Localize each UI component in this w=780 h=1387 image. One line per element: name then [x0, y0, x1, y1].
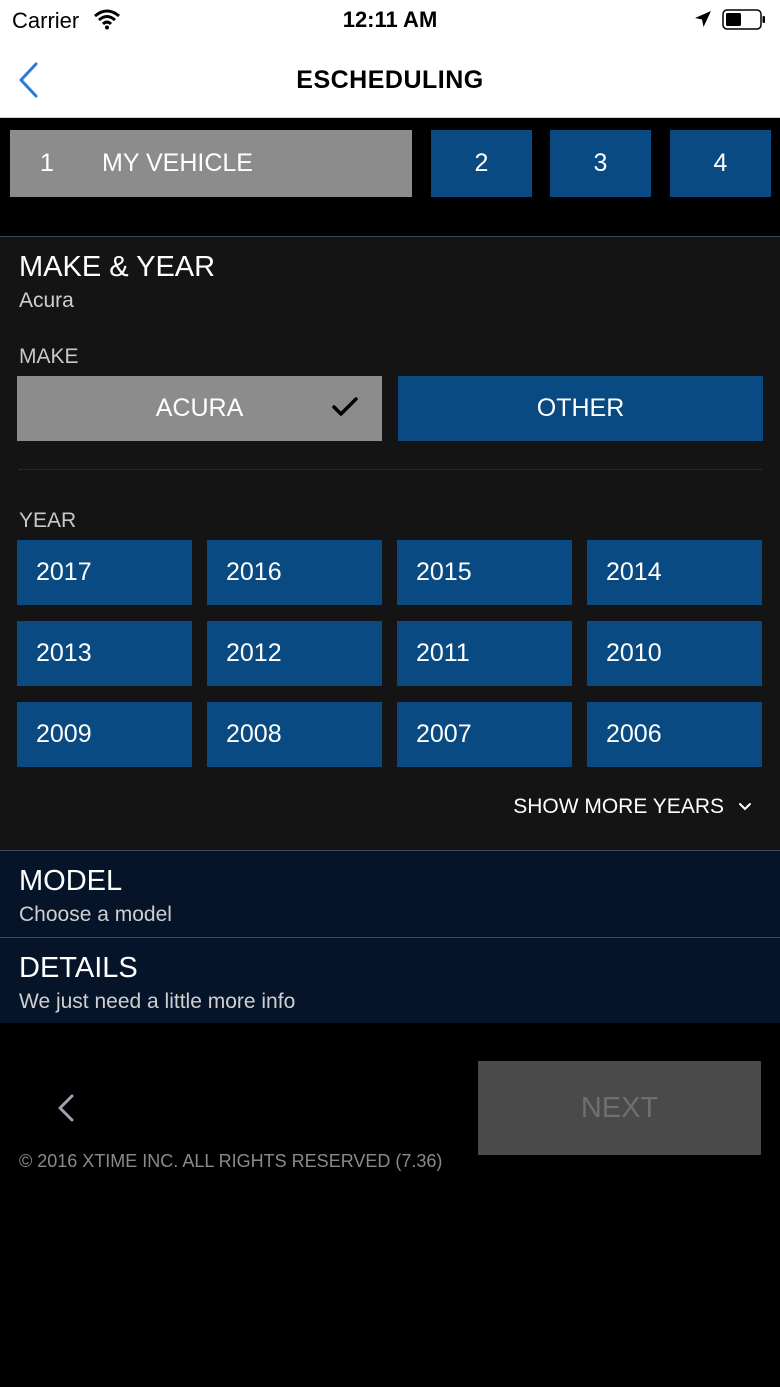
battery-icon — [722, 9, 765, 30]
model-title: MODEL — [19, 865, 123, 897]
year-button[interactable]: 2016 — [207, 540, 382, 605]
year-button[interactable]: 2013 — [17, 621, 192, 686]
year-button[interactable]: 2015 — [397, 540, 572, 605]
step-1-my-vehicle[interactable]: 1 MY VEHICLE — [10, 130, 412, 197]
year-button[interactable]: 2009 — [17, 702, 192, 767]
year-button[interactable]: 2012 — [207, 621, 382, 686]
chevron-down-icon — [739, 803, 751, 811]
step-number: 4 — [713, 149, 728, 177]
show-more-years-button[interactable]: SHOW MORE YEARS — [513, 795, 752, 819]
make-acura-button[interactable]: ACURA — [17, 376, 382, 441]
step-3[interactable]: 3 — [550, 130, 651, 197]
year-button[interactable]: 2008 — [207, 702, 382, 767]
section-title: MAKE & YEAR — [19, 251, 216, 283]
status-time: 12:11 AM — [342, 7, 438, 32]
make-acura-label: ACURA — [155, 394, 244, 422]
year-button[interactable]: 2014 — [587, 540, 762, 605]
model-subtitle: Choose a model — [19, 903, 172, 926]
step-indicator: 1 MY VEHICLE 2 3 4 — [0, 118, 780, 236]
year-button[interactable]: 2007 — [397, 702, 572, 767]
section-subtitle: Acura — [19, 289, 74, 312]
year-button[interactable]: 2010 — [587, 621, 762, 686]
year-button[interactable]: 2011 — [397, 621, 572, 686]
details-subtitle: We just need a little more info — [19, 990, 296, 1013]
show-more-years-label: SHOW MORE YEARS — [513, 795, 724, 818]
details-section[interactable]: DETAILS We just need a little more info — [0, 937, 780, 1023]
year-button[interactable]: 2006 — [587, 702, 762, 767]
make-other-button[interactable]: OTHER — [398, 376, 763, 441]
location-arrow-icon — [695, 11, 711, 27]
make-year-section: MAKE & YEAR Acura MAKE ACURA OTHER YEAR … — [0, 236, 780, 850]
next-button[interactable]: NEXT — [478, 1061, 761, 1155]
previous-chevron-icon[interactable] — [50, 1088, 82, 1128]
status-bar: Carrier 12:11 AM — [0, 0, 780, 40]
step-label: MY VEHICLE — [102, 149, 253, 177]
details-title: DETAILS — [19, 952, 138, 984]
year-button[interactable]: 2017 — [17, 540, 192, 605]
step-2[interactable]: 2 — [431, 130, 532, 197]
section-divider — [19, 469, 761, 470]
year-label: YEAR — [19, 509, 77, 532]
make-other-label: OTHER — [536, 394, 625, 422]
page-title: ESCHEDULING — [296, 66, 484, 94]
make-label: MAKE — [19, 345, 79, 368]
copyright-text: © 2016 XTIME INC. ALL RIGHTS RESERVED (7… — [19, 1151, 443, 1171]
step-4[interactable]: 4 — [670, 130, 771, 197]
step-number: 2 — [474, 149, 489, 177]
checkmark-icon — [332, 397, 358, 416]
navigation-bar: ESCHEDULING — [0, 40, 780, 118]
model-section[interactable]: MODEL Choose a model — [0, 850, 780, 937]
step-number: 1 — [40, 149, 54, 177]
step-number: 3 — [593, 149, 608, 177]
